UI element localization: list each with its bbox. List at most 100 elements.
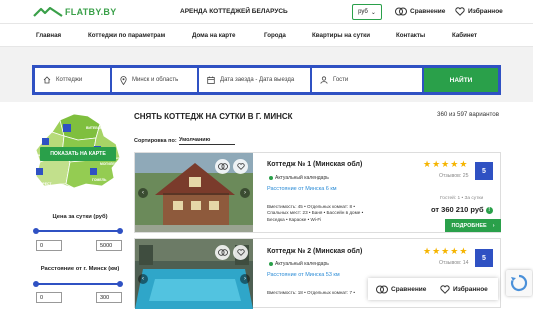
listing-title[interactable]: Коттедж № 1 (Минская обл) xyxy=(267,161,362,168)
nav-item-cities[interactable]: Города xyxy=(264,32,286,39)
calendar-badge: Актуальный календарь xyxy=(269,261,329,267)
floating-compare-label: Сравнение xyxy=(391,286,427,293)
floating-compare-link[interactable]: Сравнение xyxy=(376,285,426,294)
floating-favorites-link[interactable]: Избранное xyxy=(440,285,488,294)
star-rating: ★ ★ ★ ★ ★ xyxy=(423,247,467,256)
price-slider[interactable] xyxy=(33,228,123,234)
chevron-down-icon: ⌄ xyxy=(370,9,376,16)
top-bar: FLATBY.BY АРЕНДА КОТТЕДЖЕЙ БЕЛАРУСЬ руб … xyxy=(0,0,533,24)
type-value: Коттеджи xyxy=(56,77,83,83)
nav-item-home[interactable]: Главная xyxy=(36,32,61,39)
reviews-count[interactable]: Отзывов: 14 xyxy=(439,260,469,266)
calendar-badge-label: Актуальный календарь xyxy=(275,175,329,181)
photo-next-button[interactable]: › xyxy=(240,188,250,198)
distance-slider-min-handle[interactable] xyxy=(33,281,39,287)
compare-icon xyxy=(376,285,388,294)
heart-icon xyxy=(455,7,465,16)
calendar-icon xyxy=(207,76,215,84)
photo-prev-button[interactable]: ‹ xyxy=(138,274,148,284)
star-icon: ★ xyxy=(459,159,468,169)
heart-icon xyxy=(440,285,450,294)
amenities-line: Вместимость: 18 • Отдельных комнат: 7 • xyxy=(267,290,355,295)
distance-min-input[interactable]: 0 xyxy=(36,292,62,303)
star-icon: ★ xyxy=(441,246,450,256)
info-icon[interactable]: ! xyxy=(485,206,493,214)
site-tagline: АРЕНДА КОТТЕДЖЕЙ БЕЛАРУСЬ xyxy=(180,8,288,15)
favorite-toggle[interactable] xyxy=(233,245,248,260)
rating-badge: 5 xyxy=(475,162,493,180)
star-icon: ★ xyxy=(432,159,441,169)
sort-select[interactable]: Умолчанию xyxy=(179,137,235,145)
price-max-input[interactable]: 5000 xyxy=(96,240,122,251)
details-button[interactable]: ПОДРОБНЕЕ › xyxy=(445,219,501,232)
photo-next-button[interactable]: › xyxy=(240,274,250,284)
logo[interactable]: FLATBY.BY xyxy=(33,5,117,19)
listing-price: от 360 210 руб ! xyxy=(431,205,493,214)
nav-item-cabinet[interactable]: Кабинет xyxy=(452,32,477,39)
favorites-label: Избранное xyxy=(468,8,503,15)
find-button[interactable]: НАЙТИ xyxy=(424,68,498,92)
region-label-brest: БРЕСТ xyxy=(40,182,52,186)
distance-slider-max-handle[interactable] xyxy=(117,281,123,287)
guests-value: Гости xyxy=(333,77,349,83)
compare-toggle[interactable] xyxy=(215,245,230,260)
photo-prev-button[interactable]: ‹ xyxy=(138,188,148,198)
price-min-input[interactable]: 0 xyxy=(36,240,62,251)
price-slider-max-handle[interactable] xyxy=(117,228,123,234)
listing-amenities: Вместимость: 45 • Отдельных комнат: 8 • … xyxy=(267,204,363,223)
favorite-toggle[interactable] xyxy=(233,159,248,174)
region-label-gomel: ГОМЕЛЬ xyxy=(92,178,107,182)
distance-max-input[interactable]: 300 xyxy=(96,292,122,303)
star-rating: ★ ★ ★ ★ ★ xyxy=(423,160,467,169)
compare-icon xyxy=(217,163,228,170)
chevron-right-icon: › xyxy=(244,276,246,282)
sort-label: Сортировка по: xyxy=(134,138,177,144)
listing-title[interactable]: Коттедж № 2 (Минская обл) xyxy=(267,248,362,255)
nav-item-apartments[interactable]: Квартиры на сутки xyxy=(312,32,370,39)
star-icon: ★ xyxy=(423,159,432,169)
reviews-count[interactable]: Отзывов: 25 xyxy=(439,173,469,179)
calendar-badge-label: Актуальный календарь xyxy=(275,261,329,267)
floating-favorites-label: Избранное xyxy=(453,286,488,293)
page-title: СНЯТЬ КОТТЕДЖ НА СУТКИ В Г. МИНСК xyxy=(134,112,293,121)
type-field[interactable]: Коттеджи xyxy=(35,68,110,92)
calendar-badge: Актуальный календарь xyxy=(269,175,329,181)
listing-photo[interactable]: ‹ › xyxy=(135,239,253,309)
distance-filter-label: Расстояние от г. Минск (км) xyxy=(40,266,120,272)
recaptcha-icon xyxy=(510,274,528,292)
listing-card[interactable]: ‹ › Коттедж № 1 (Минская обл) Актуальный… xyxy=(134,152,501,233)
nav-item-map[interactable]: Дома на карте xyxy=(192,32,235,39)
price-value: 360 210 руб xyxy=(441,205,484,214)
listing-distance: Расстояние от Минска 53 км xyxy=(267,272,340,278)
currency-select[interactable]: руб ⌄ xyxy=(352,4,382,20)
guests-field[interactable]: Гости xyxy=(312,68,422,92)
star-icon: ★ xyxy=(459,246,468,256)
dates-field[interactable]: Дата заезда - Дата выезда xyxy=(199,68,310,92)
distance-slider[interactable] xyxy=(33,281,123,287)
location-pin-icon xyxy=(120,75,127,85)
compare-icon xyxy=(217,249,228,256)
price-slider-min-handle[interactable] xyxy=(33,228,39,234)
show-on-map-button[interactable]: ПОКАЗАТЬ НА КАРТЕ xyxy=(40,147,116,161)
nav-item-params[interactable]: Коттеджи по параметрам xyxy=(88,32,165,39)
listing-distance: Расстояние от Минска 6 км xyxy=(267,186,337,192)
dates-value: Дата заезда - Дата выезда xyxy=(220,77,295,83)
compare-link[interactable]: Сравнение xyxy=(395,7,445,16)
nav-item-contacts[interactable]: Контакты xyxy=(396,32,425,39)
favorites-link[interactable]: Избранное xyxy=(455,7,503,16)
amenities-line: Беседка • Караоке • Wi-Fi xyxy=(267,216,322,222)
recaptcha-badge[interactable] xyxy=(506,270,532,296)
price-conditions: Гостей: 1 • За сутки xyxy=(440,196,484,201)
chevron-right-icon: › xyxy=(492,222,495,229)
heart-icon xyxy=(236,249,245,256)
listing-photo[interactable]: ‹ › xyxy=(135,153,253,232)
main-nav: Главная Коттеджи по параметрам Дома на к… xyxy=(0,25,533,47)
compare-toggle[interactable] xyxy=(215,159,230,174)
status-dot-icon xyxy=(269,262,273,266)
floating-action-bar: Сравнение Избранное xyxy=(368,278,498,300)
price-prefix: от xyxy=(431,205,440,214)
compare-icon xyxy=(395,7,407,16)
compare-label: Сравнение xyxy=(410,8,446,15)
rating-badge: 5 xyxy=(475,249,493,267)
location-field[interactable]: Минск и область xyxy=(112,68,197,92)
